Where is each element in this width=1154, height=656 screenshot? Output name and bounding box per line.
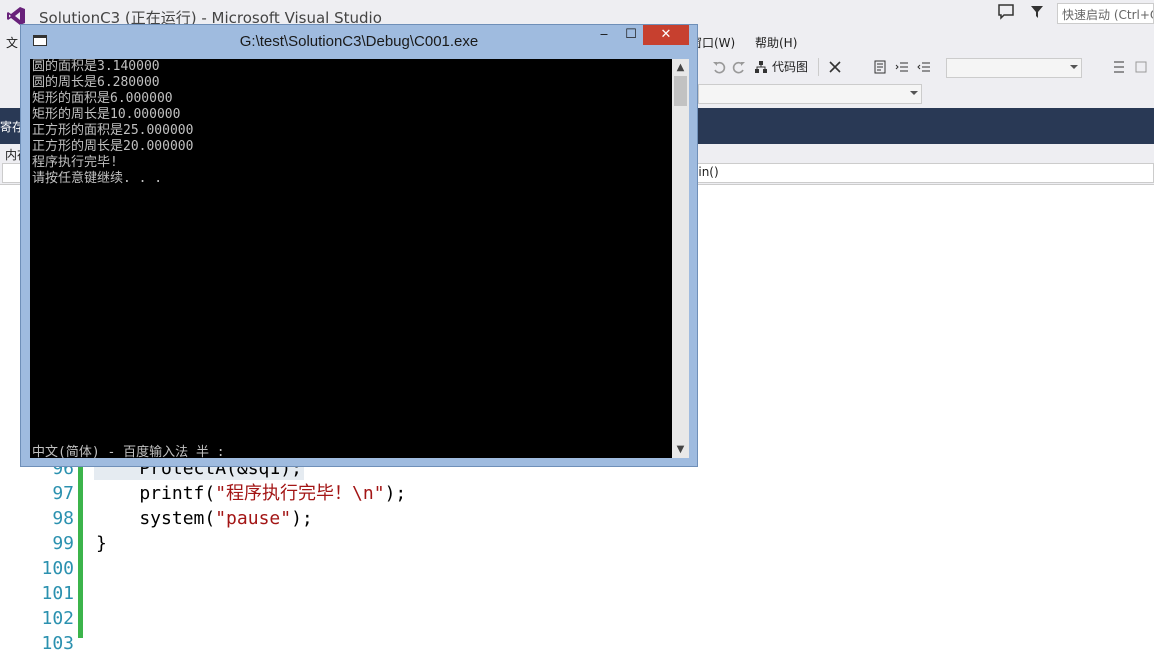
redo-icon[interactable] [732,60,746,74]
console-output-line: 请按任意键继续. . . [32,171,163,186]
console-output-area[interactable]: 圆的面积是3.140000 圆的周长是6.280000 矩形的面积是6.0000… [30,59,672,460]
console-output-line: 圆的面积是3.140000 [32,59,160,74]
line-number: 100 [41,558,74,579]
console-output-line: 圆的周长是6.280000 [32,75,160,90]
minimize-button[interactable]: ‒ [591,25,617,45]
line-number: 98 [52,508,74,529]
close-button[interactable]: ✕ [643,25,689,45]
maximize-button[interactable]: ☐ [618,25,644,45]
change-tracking-bar [78,450,83,638]
bookmark-next-icon[interactable] [1134,60,1148,74]
indent-icon[interactable] [895,60,909,74]
undo-icon[interactable] [712,60,726,74]
console-output-line: 矩形的周长是10.000000 [32,107,181,122]
outdent-icon[interactable] [917,60,931,74]
menu-help[interactable]: 帮助(H) [755,34,797,51]
bookmark-icon[interactable] [1112,60,1126,74]
code-line[interactable]: } [96,531,107,556]
scroll-down-icon[interactable]: ▼ [672,441,689,458]
console-output-line: 正方形的面积是25.000000 [32,123,194,138]
console-scrollbar[interactable]: ▲ ▼ [672,59,689,458]
console-output-line: 程序执行完毕! [32,155,118,170]
solution-config-dropdown[interactable] [946,58,1082,78]
string-literal: "程序执行完毕！\n" [215,483,385,504]
nav-scope-dropdown[interactable] [2,163,22,183]
line-number: 103 [41,633,74,654]
scroll-up-icon[interactable]: ▲ [672,59,689,76]
console-output-line: 正方形的周长是20.000000 [32,139,194,154]
code-text: printf( [96,483,216,504]
string-literal: "pause" [215,508,292,529]
vs-logo-icon [7,7,25,25]
line-number: 102 [41,608,74,629]
nav-member-dropdown[interactable]: ain() [690,163,1154,183]
target-dropdown[interactable] [698,84,922,104]
ime-status-line: 中文(简体) - 百度输入法 半 : [32,445,225,460]
comment-icon[interactable] [873,60,887,74]
code-text: ); [291,508,313,529]
quick-launch-input[interactable]: 快速启动 (Ctrl+Q) [1057,3,1154,24]
code-map-button[interactable]: 代码图 [772,58,808,75]
menu-file[interactable]: 文 [6,34,18,51]
scroll-thumb[interactable] [674,76,687,106]
code-text: system( [96,508,216,529]
code-text: } [96,533,107,554]
line-number: 99 [52,533,74,554]
code-line[interactable]: system("pause"); [96,506,313,531]
code-map-icon[interactable] [754,60,768,74]
filter-icon[interactable] [1030,5,1044,19]
line-number: 97 [52,483,74,504]
toolbar-separator [818,58,819,76]
line-number: 101 [41,583,74,604]
console-window[interactable]: G:\test\SolutionC3\Debug\C001.exe ‒ ☐ ✕ … [20,24,698,467]
console-title-bar[interactable]: G:\test\SolutionC3\Debug\C001.exe ‒ ☐ ✕ [21,25,697,55]
console-output-line: 矩形的面积是6.000000 [32,91,173,106]
code-line[interactable]: printf("程序执行完毕！\n"); [96,481,406,506]
notification-icon[interactable] [997,4,1015,20]
code-text: ); [384,483,407,504]
format-icon[interactable] [828,60,842,74]
